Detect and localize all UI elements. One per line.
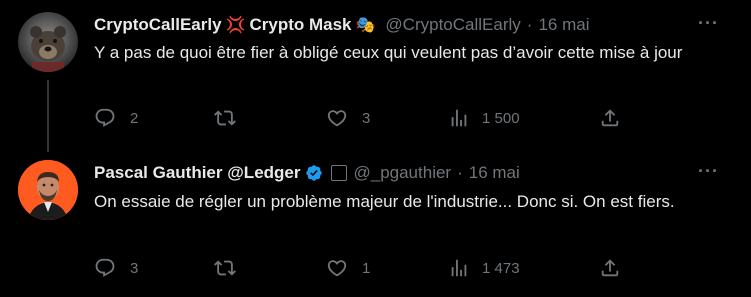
display-name-suffix[interactable]: Crypto Mask — [249, 15, 351, 35]
heart-icon — [327, 110, 347, 127]
tweet-date[interactable]: 16 mai — [538, 15, 589, 35]
like-count: 1 — [362, 259, 371, 277]
share-button[interactable] — [599, 107, 621, 129]
verified-badge-icon — [305, 164, 323, 182]
tweet-actions: 3 1 1 473 — [94, 257, 634, 281]
reply-button[interactable]: 3 — [94, 257, 138, 279]
views-button[interactable]: 1 500 — [448, 107, 520, 129]
views-chart-icon — [451, 109, 467, 127]
like-button[interactable]: 3 — [326, 107, 370, 129]
reply-icon — [95, 258, 115, 277]
display-name[interactable]: CryptoCallEarly — [94, 15, 222, 35]
separator-dot: · — [457, 163, 463, 182]
avatar[interactable] — [18, 160, 78, 220]
tweet-text: Y a pas de quoi être fier à obligé ceux … — [94, 43, 683, 62]
tweet-date[interactable]: 16 mai — [469, 163, 520, 183]
like-count: 3 — [362, 109, 371, 127]
reply-icon — [95, 108, 115, 127]
views-chart-icon — [451, 259, 467, 277]
theater-masks-emoji-icon: 🎭 — [355, 17, 376, 34]
anger-symbol-emoji-icon: 💢 — [225, 17, 246, 34]
tweet-actions: 2 3 1 500 — [94, 107, 634, 131]
more-options-icon[interactable]: ··· — [698, 13, 719, 34]
avatar[interactable] — [18, 12, 78, 72]
share-icon — [601, 109, 619, 127]
separator-dot: · — [526, 15, 533, 34]
more-options-icon[interactable]: ··· — [698, 161, 719, 182]
views-count: 1 500 — [482, 109, 520, 127]
user-handle[interactable]: @_pgauthier — [353, 163, 451, 183]
tweet-header: CryptoCallEarly 💢 Crypto Mask 🎭 @CryptoC… — [94, 13, 731, 37]
retweet-icon — [214, 110, 236, 126]
reply-count: 3 — [130, 259, 139, 277]
tweet[interactable]: Pascal Gauthier @Ledger @_pgauthier · 16… — [0, 152, 751, 297]
retweet-button[interactable] — [214, 257, 250, 279]
tweet-header: Pascal Gauthier @Ledger @_pgauthier · 16… — [94, 161, 731, 185]
tweet-text: On essaie de régler un problème majeur d… — [94, 192, 675, 211]
user-handle[interactable]: @CryptoCallEarly — [385, 15, 520, 35]
reply-button[interactable]: 2 — [94, 107, 138, 129]
views-button[interactable]: 1 473 — [448, 257, 520, 279]
heart-icon — [327, 260, 347, 277]
retweet-icon — [214, 260, 236, 276]
share-button[interactable] — [599, 257, 621, 279]
like-button[interactable]: 1 — [326, 257, 370, 279]
retweet-button[interactable] — [214, 107, 250, 129]
views-count: 1 473 — [482, 259, 520, 277]
reply-count: 2 — [130, 109, 139, 127]
affiliate-badge-icon[interactable] — [331, 165, 348, 181]
share-icon — [601, 259, 619, 277]
display-name[interactable]: Pascal Gauthier @Ledger — [94, 163, 300, 183]
tweet[interactable]: CryptoCallEarly 💢 Crypto Mask 🎭 @CryptoC… — [0, 0, 751, 152]
